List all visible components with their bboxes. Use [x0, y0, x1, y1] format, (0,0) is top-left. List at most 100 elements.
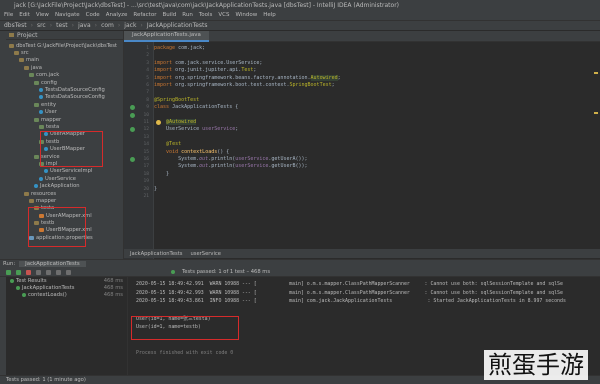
tree-node-label: testa [46, 123, 60, 130]
nav-crumb[interactable]: java [78, 22, 91, 29]
status-text: Tests passed: 1 (1 minute ago) [6, 377, 86, 383]
test-duration: 468 ms [103, 277, 123, 284]
menu-navigate[interactable]: Navigate [55, 12, 80, 18]
run-toolbar: Tests passed: 1 of 1 test – 468 ms [0, 268, 600, 277]
run-gutter-icon[interactable] [130, 105, 135, 111]
tree-node-label: com.jack [36, 72, 60, 79]
menu-build[interactable]: Build [162, 12, 176, 18]
tree-node[interactable]: mapper [6, 116, 123, 123]
collapse-icon[interactable] [56, 269, 61, 275]
run-gutter-icon[interactable] [130, 157, 135, 162]
stop-icon[interactable] [26, 269, 31, 275]
nav-crumb[interactable]: jack [124, 22, 136, 29]
tree-node[interactable]: src [6, 49, 123, 56]
warning-marker[interactable] [594, 112, 598, 114]
tab-jackapplicationtests[interactable]: JackApplicationTests.java [124, 30, 209, 42]
run-panel-header: Run: JackApplicationTests [0, 259, 600, 268]
run-gutter-icon[interactable] [130, 112, 135, 118]
code-line[interactable]: @SpringBootTest [154, 97, 199, 104]
menu-help[interactable]: Help [263, 12, 276, 18]
project-panel-title[interactable]: Project [17, 32, 38, 39]
menu-file[interactable]: File [4, 12, 13, 18]
code-line[interactable]: @Test [154, 141, 181, 148]
folder-icon [14, 51, 19, 56]
class-icon [39, 110, 43, 115]
code-line[interactable]: import org.springframework.beans.factory… [154, 74, 341, 82]
chevron-right-icon: › [71, 22, 75, 29]
editor-scrollbar[interactable] [592, 42, 600, 260]
tree-node[interactable]: config [6, 79, 123, 86]
tree-node[interactable]: User [6, 109, 123, 116]
class-icon [44, 169, 48, 174]
lightbulb-icon[interactable] [156, 120, 161, 125]
sort-icon[interactable] [36, 269, 41, 275]
code-line[interactable]: } [154, 186, 157, 193]
settings-gear-icon[interactable] [66, 269, 71, 275]
menu-run[interactable]: Run [182, 12, 193, 18]
menu-view[interactable]: View [36, 12, 49, 18]
tree-node[interactable]: testa [6, 123, 123, 130]
code-line[interactable]: void contextLoads() { [154, 149, 229, 156]
tree-node[interactable]: UserServiceImpl [6, 168, 123, 175]
menu-tools[interactable]: Tools [199, 12, 213, 18]
tree-node[interactable]: resources [6, 190, 123, 197]
tree-node[interactable]: entity [6, 101, 123, 108]
line-number: 21 [143, 194, 149, 199]
menu-refactor[interactable]: Refactor [133, 12, 156, 18]
tree-node[interactable]: mapper [6, 197, 123, 204]
code-line[interactable]: package com.jack; [154, 45, 205, 52]
console-line: 2020-05-15 18:49:43.861 INFO 10988 --- [… [136, 298, 566, 305]
menu-window[interactable]: Window [236, 12, 258, 18]
menu-edit[interactable]: Edit [19, 12, 30, 18]
code-editor[interactable]: package com.jack; import com.jack.service… [154, 42, 600, 260]
editor-breadcrumb-item[interactable]: userService [190, 251, 221, 257]
code-line[interactable]: import com.jack.service.UserService; [154, 60, 262, 67]
rerun-icon[interactable] [6, 269, 11, 275]
tree-node[interactable]: JackApplication [6, 182, 123, 189]
code-line[interactable]: UserService userService; [154, 126, 238, 133]
pkg-icon [34, 117, 39, 122]
tree-node[interactable]: java [6, 64, 123, 71]
menu-vcs[interactable]: VCS [218, 12, 229, 18]
chevron-right-icon: › [117, 22, 121, 29]
tree-node[interactable]: TestsDataSourceConfig [6, 94, 123, 101]
line-number: 1 [146, 46, 149, 51]
test-node[interactable]: Test Results 468 ms [6, 277, 127, 284]
folder-icon [29, 198, 34, 203]
menu-analyze[interactable]: Analyze [106, 12, 128, 18]
pkg-icon [34, 102, 39, 107]
code-line[interactable]: import org.springframework.boot.test.con… [154, 82, 335, 89]
tree-node[interactable]: dbsTest G:\JackFile\Project\Jack\dbsTest [6, 42, 123, 49]
run-config-tab[interactable]: JackApplicationTests [19, 261, 86, 267]
nav-crumb[interactable]: com [101, 22, 114, 29]
nav-crumb[interactable]: JackApplicationTests [147, 22, 208, 29]
nav-crumb[interactable]: test [56, 22, 68, 29]
code-line[interactable]: System.out.println(userService.getUserB(… [154, 163, 307, 170]
test-node[interactable]: JackApplicationTests 468 ms [6, 284, 127, 291]
test-node[interactable]: contextLoads() 468 ms [6, 292, 127, 299]
editor-breadcrumb-item[interactable]: JackApplicationTests [130, 251, 182, 257]
test-node-label: JackApplicationTests [22, 285, 75, 292]
nav-crumb[interactable]: dbsTest [4, 22, 27, 29]
code-line[interactable]: } [154, 171, 169, 178]
nav-crumb[interactable]: src [37, 22, 46, 29]
code-line[interactable]: class JackApplicationTests { [154, 104, 238, 111]
menu-code[interactable]: Code [86, 12, 100, 18]
passed-check-icon [22, 293, 26, 298]
run-gutter-icon[interactable] [130, 127, 135, 133]
tree-node[interactable]: com.jack [6, 72, 123, 79]
tree-node[interactable]: UserService [6, 175, 123, 182]
line-number: 12 [143, 127, 149, 133]
tree-node[interactable]: main [6, 57, 123, 64]
tree-node[interactable]: TestsDataSourceConfig [6, 86, 123, 93]
menu-bar: File Edit View Navigate Code Analyze Refactor B… [0, 10, 600, 20]
test-duration: 468 ms [103, 285, 123, 292]
code-line[interactable]: System.out.println(userService.getUserA(… [154, 156, 307, 163]
tree-node-label: entity [41, 101, 57, 108]
passed-filter-icon[interactable] [16, 269, 21, 275]
tree-node-label: config [41, 79, 57, 86]
run-panel-label: Run: [3, 261, 16, 267]
expand-icon[interactable] [46, 269, 51, 275]
warning-marker[interactable] [594, 72, 598, 74]
code-line[interactable]: import org.junit.jupiter.api.Test; [154, 67, 256, 74]
